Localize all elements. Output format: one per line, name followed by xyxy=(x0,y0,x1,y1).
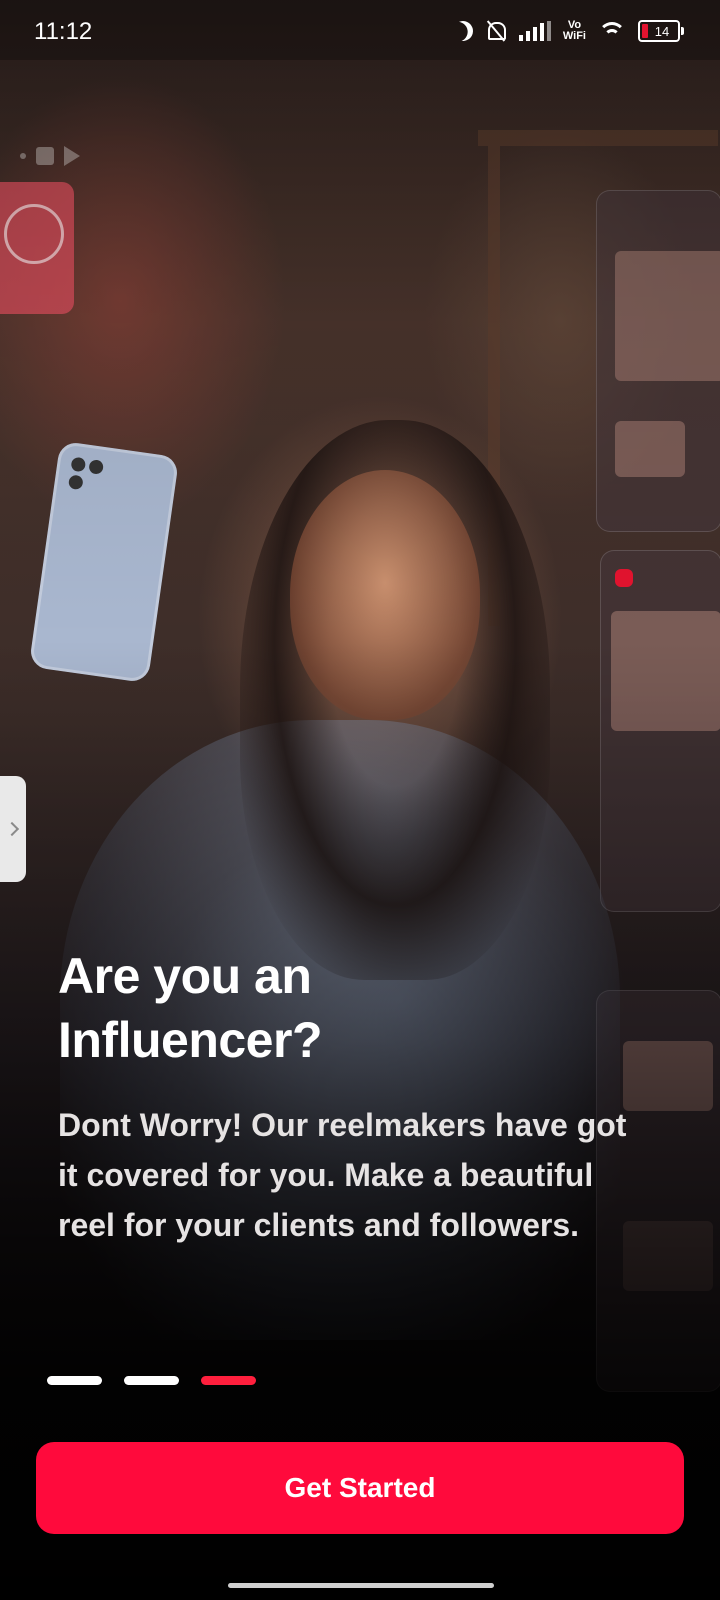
page-indicator-dot[interactable] xyxy=(47,1376,102,1385)
vowifi-bottom-label: WiFi xyxy=(562,30,586,42)
battery-level: 14 xyxy=(654,23,670,39)
vowifi-indicator: Vo WiFi xyxy=(563,20,586,42)
onboarding-headline: Are you an Influencer? xyxy=(58,948,322,1068)
battery-icon: 14 xyxy=(638,20,684,42)
wifi-icon xyxy=(598,20,626,42)
page-indicator xyxy=(47,1376,256,1385)
chevron-right-icon xyxy=(4,821,19,837)
get-started-button[interactable]: Get Started xyxy=(36,1442,684,1534)
onboarding-description: Dont Worry! Our reelmakers have got it c… xyxy=(58,1107,627,1243)
status-time: 11:12 xyxy=(34,18,93,45)
home-indicator[interactable] xyxy=(228,1583,494,1588)
status-icons: Vo WiFi 14 xyxy=(453,16,684,46)
page-indicator-dot[interactable] xyxy=(124,1376,179,1385)
side-panel-handle[interactable] xyxy=(0,776,26,882)
mute-icon xyxy=(485,20,507,42)
signal-icon xyxy=(518,21,551,41)
status-bar: 11:12 Vo WiFi 14 xyxy=(0,0,720,60)
bottom-gradient-overlay xyxy=(0,0,720,1600)
page-indicator-dot[interactable] xyxy=(201,1376,256,1385)
moon-icon xyxy=(449,17,476,44)
